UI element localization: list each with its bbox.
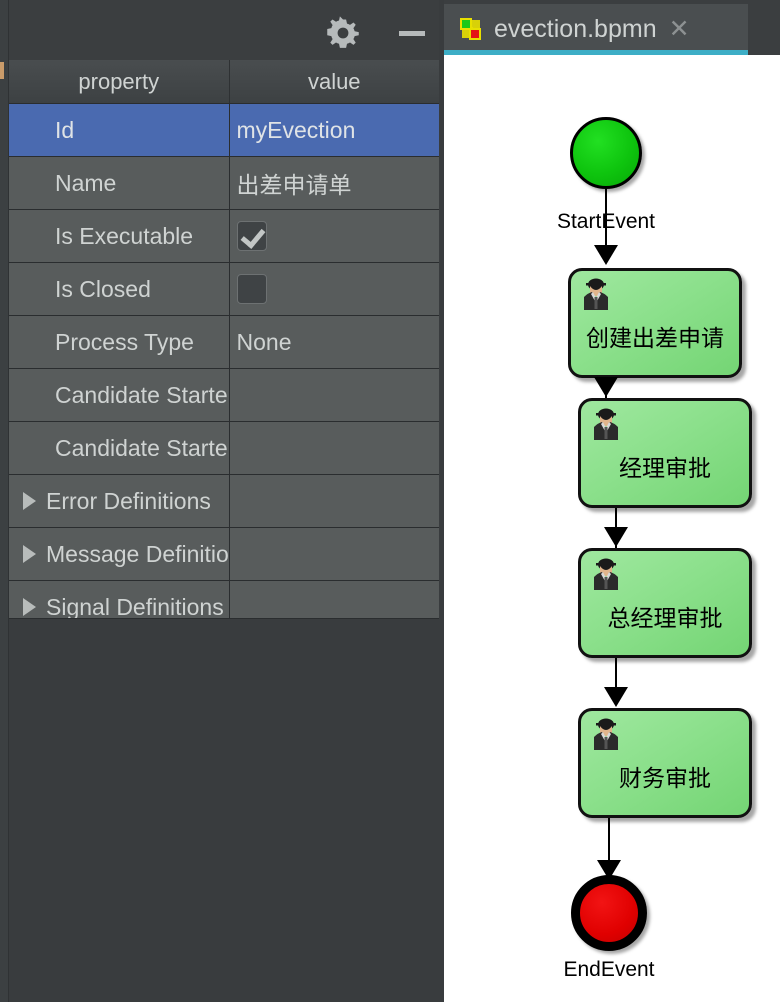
property-name-label: Name [55, 169, 117, 196]
user-task-node-4[interactable]: 财务审批 [578, 708, 752, 818]
property-name-label: Is Executable [55, 222, 194, 249]
property-name-label: Error Definitions [46, 487, 211, 514]
property-name-cell[interactable]: Error Definitions [9, 474, 230, 528]
user-task-icon [590, 557, 622, 591]
property-name-label: Is Closed [55, 275, 151, 302]
property-name-label: Id [55, 116, 75, 143]
table-row[interactable]: Is Closed [9, 262, 439, 316]
property-value-cell[interactable] [229, 474, 439, 528]
sequence-flow-1-arrow [594, 245, 618, 265]
property-name-cell[interactable]: Candidate Starter Users [9, 421, 230, 475]
sequence-flow-2-arrow [594, 377, 618, 397]
property-value-cell[interactable] [229, 262, 439, 316]
property-value-cell[interactable] [229, 368, 439, 422]
properties-table-body: Id myEvection Name 出差申请单 Is Executable Is Clo… [9, 103, 439, 634]
property-value-cell[interactable] [229, 209, 439, 263]
properties-panel: property value Id myEvection Name 出差申请单 Is E… [0, 0, 444, 1002]
end-event-label: EndEvent [563, 958, 655, 981]
diagram-editor: evection.bpmn ✕ StartEvent [444, 0, 780, 1002]
table-header-row: property value [9, 60, 439, 104]
tabbar-empty-area [748, 4, 780, 55]
property-name-label: Candidate Starter Users [55, 434, 229, 461]
user-task-icon [590, 407, 622, 441]
property-name-label: Signal Definitions [46, 593, 224, 620]
user-task-icon [590, 717, 622, 751]
column-header-property[interactable]: property [9, 60, 230, 104]
expand-triangle-icon[interactable] [23, 598, 36, 616]
table-row[interactable]: Message Definitions [9, 527, 439, 581]
application-window: property value Id myEvection Name 出差申请单 Is E… [0, 0, 780, 1002]
gear-icon[interactable] [322, 13, 364, 53]
expand-triangle-icon[interactable] [23, 492, 36, 510]
property-value-cell[interactable]: myEvection [229, 103, 439, 157]
user-task-icon [580, 277, 612, 311]
checkbox-unchecked[interactable] [236, 274, 267, 304]
diagram-canvas[interactable]: StartEvent 创建出差申请 [444, 55, 780, 1002]
user-task-label-2: 经理审批 [619, 456, 711, 482]
user-task-label-1: 创建出差申请 [586, 326, 724, 352]
column-header-value[interactable]: value [229, 60, 439, 104]
properties-table: property value Id myEvection Name 出差申请单 Is E… [9, 60, 439, 634]
property-value-text: 出差申请单 [236, 172, 352, 198]
tab-evection-bpmn[interactable]: evection.bpmn ✕ [444, 4, 748, 55]
user-task-label-3: 总经理审批 [607, 606, 723, 632]
property-name-label: Message Definitions [46, 540, 229, 567]
property-name-label: Process Type [55, 328, 194, 355]
minimize-icon[interactable] [391, 13, 433, 53]
tab-title: evection.bpmn [494, 15, 657, 43]
property-value-cell[interactable] [229, 421, 439, 475]
sequence-flow-4-arrow [604, 687, 628, 707]
user-task-node-2[interactable]: 经理审批 [578, 398, 752, 508]
expand-triangle-icon[interactable] [23, 545, 36, 563]
end-event-node[interactable] [571, 875, 647, 951]
table-row[interactable]: Name 出差申请单 [9, 156, 439, 210]
table-row[interactable]: Is Executable [9, 209, 439, 263]
checkbox-checked[interactable] [236, 221, 267, 251]
property-name-label: Candidate Starter Groups [55, 381, 229, 408]
table-row[interactable]: Id myEvection [9, 103, 439, 157]
sequence-flow-1 [605, 189, 607, 249]
table-row[interactable]: Candidate Starter Users [9, 421, 439, 475]
property-name-cell[interactable]: Message Definitions [9, 527, 230, 581]
user-task-label-4: 财务审批 [619, 766, 711, 792]
property-name-cell[interactable]: Is Executable [9, 209, 230, 263]
properties-panel-toolbar [9, 0, 440, 61]
gutter-marker [0, 62, 4, 79]
property-name-cell[interactable]: Process Type [9, 315, 230, 369]
property-name-cell[interactable]: Id [9, 103, 230, 157]
property-value-text: myEvection [236, 116, 356, 143]
editor-tabbar: evection.bpmn ✕ [444, 0, 780, 55]
properties-table-empty-area [9, 618, 439, 1002]
bpmn-diagram-icon [458, 17, 484, 43]
property-value-cell[interactable]: 出差申请单 [229, 156, 439, 210]
panel-left-gutter [0, 0, 9, 1002]
property-name-cell[interactable]: Candidate Starter Groups [9, 368, 230, 422]
sequence-flow-3-arrow [604, 527, 628, 547]
property-name-cell[interactable]: Name [9, 156, 230, 210]
user-task-node-1[interactable]: 创建出差申请 [568, 268, 742, 378]
start-event-node[interactable] [570, 117, 642, 189]
property-name-cell[interactable]: Is Closed [9, 262, 230, 316]
table-row[interactable]: Process Type None [9, 315, 439, 369]
property-value-text: None [236, 328, 292, 355]
close-icon[interactable]: ✕ [669, 17, 690, 42]
property-value-cell[interactable]: None [229, 315, 439, 369]
user-task-node-3[interactable]: 总经理审批 [578, 548, 752, 658]
property-value-cell[interactable] [229, 527, 439, 581]
table-row[interactable]: Candidate Starter Groups [9, 368, 439, 422]
table-row[interactable]: Error Definitions [9, 474, 439, 528]
